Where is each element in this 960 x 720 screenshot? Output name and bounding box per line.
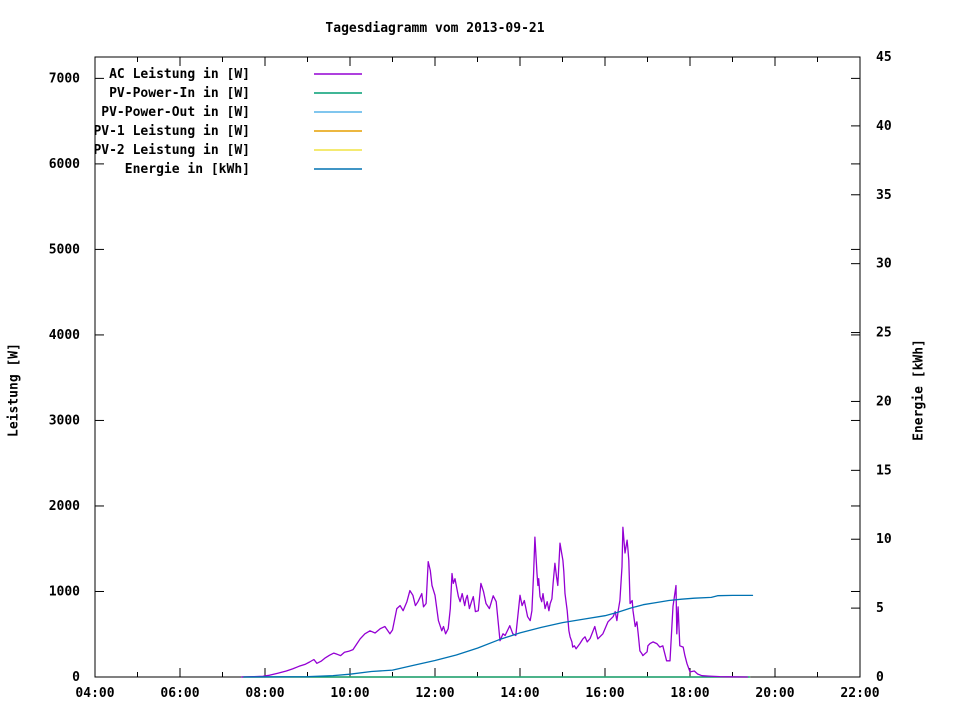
y2-tick-label: 5 xyxy=(876,601,884,616)
x-tick-label: 22:00 xyxy=(840,686,879,701)
y2-tick-label: 40 xyxy=(876,119,892,134)
y2-tick-label: 35 xyxy=(876,188,892,203)
y-tick-label: 5000 xyxy=(49,242,80,257)
x-tick-label: 14:00 xyxy=(500,686,539,701)
y2-tick-label: 0 xyxy=(876,670,884,685)
x-tick-label: 10:00 xyxy=(330,686,369,701)
y2-tick-label: 10 xyxy=(876,532,892,547)
x-tick-label: 08:00 xyxy=(245,686,284,701)
y-tick-label: 1000 xyxy=(49,584,80,599)
legend-label: AC Leistung in [W] xyxy=(109,67,250,82)
x-tick-label: 16:00 xyxy=(585,686,624,701)
x-tick-label: 04:00 xyxy=(75,686,114,701)
legend-label: PV-Power-Out in [W] xyxy=(101,105,250,120)
chart-canvas: Tagesdiagramm vom 2013-09-21 Leistung [W… xyxy=(0,0,960,720)
x-tick-label: 06:00 xyxy=(160,686,199,701)
plot-area: 04:00 06:00 08:00 10:00 12:00 14:00 16:00 18:00… xyxy=(49,50,892,701)
legend-label: Energie in [kWh] xyxy=(125,162,250,177)
y2-tick-label: 20 xyxy=(876,394,892,409)
x-tick-label: 20:00 xyxy=(755,686,794,701)
legend-label: PV-1 Leistung in [W] xyxy=(93,124,250,139)
y-tick-label: 2000 xyxy=(49,499,80,514)
y2-tick-label: 30 xyxy=(876,257,892,272)
y2-tick-label: 45 xyxy=(876,50,892,65)
x-tick-label: 12:00 xyxy=(415,686,454,701)
y-tick-label: 3000 xyxy=(49,413,80,428)
y-tick-label: 6000 xyxy=(49,157,80,172)
y-tick-label: 7000 xyxy=(49,71,80,86)
y-tick-label: 4000 xyxy=(49,328,80,343)
y2-tick-label: 15 xyxy=(876,463,892,478)
legend-label: PV-Power-In in [W] xyxy=(109,86,250,101)
series-line xyxy=(240,526,749,678)
legend-label: PV-2 Leistung in [W] xyxy=(93,143,250,158)
x-tick-label: 18:00 xyxy=(670,686,709,701)
y2-tick-label: 25 xyxy=(876,326,892,341)
y-tick-label: 0 xyxy=(72,670,80,685)
